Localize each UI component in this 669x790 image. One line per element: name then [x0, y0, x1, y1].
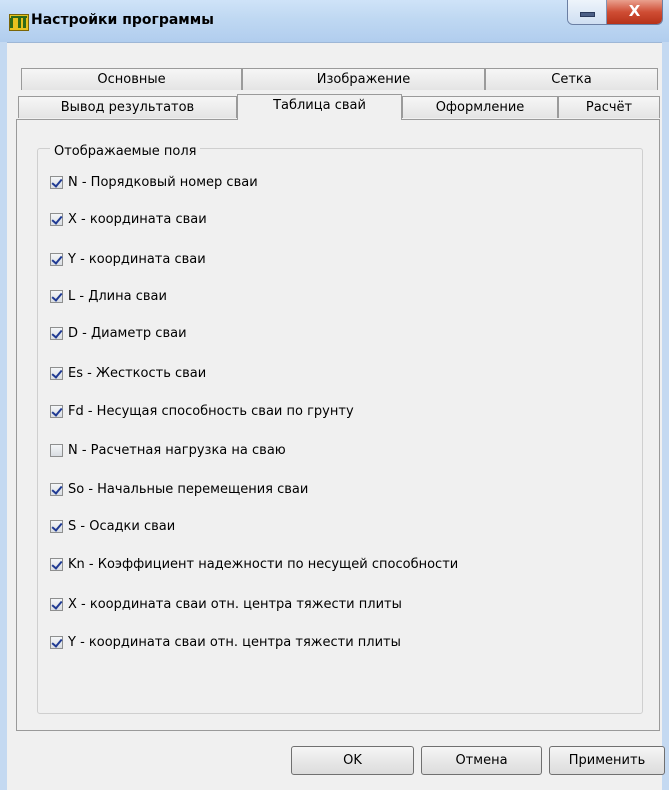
- field-label: Kn - Коэффициент надежности по несущей с…: [68, 556, 459, 572]
- tab-label: Сетка: [551, 72, 592, 87]
- field-checkbox-row[interactable]: S - Осадки сваи: [50, 516, 175, 536]
- tab-label: Вывод результатов: [60, 100, 195, 115]
- apply-button[interactable]: Применить: [549, 746, 665, 775]
- ok-button[interactable]: OK: [291, 746, 414, 775]
- tab-vyvod-rezultatov[interactable]: Вывод результатов: [18, 96, 237, 118]
- field-label: Y - координата сваи: [68, 251, 206, 267]
- field-checkbox-row[interactable]: D - Диаметр сваи: [50, 323, 187, 343]
- tab-izobrazhenie[interactable]: Изображение: [242, 68, 485, 90]
- tab-label: Расчёт: [585, 100, 633, 115]
- tab-tablitsa-svay[interactable]: Таблица свай: [237, 94, 402, 120]
- field-label: So - Начальные перемещения сваи: [68, 481, 309, 497]
- settings-window: Настройки программы X Основные Изображен…: [0, 0, 669, 790]
- field-label: X - координата сваи отн. центра тяжести …: [68, 596, 402, 612]
- field-label: Y - координата сваи отн. центра тяжести …: [68, 634, 401, 650]
- fields-groupbox: [37, 148, 643, 714]
- close-icon: X: [628, 2, 641, 20]
- tab-oformlenie[interactable]: Оформление: [402, 96, 558, 118]
- window-frame-left: [0, 42, 7, 790]
- field-label: D - Диаметр сваи: [68, 325, 187, 341]
- field-label: N - Расчетная нагрузка на сваю: [68, 442, 286, 458]
- tab-label: Изображение: [316, 72, 411, 87]
- window-frame-right: [662, 42, 669, 790]
- tab-setka[interactable]: Сетка: [485, 68, 658, 90]
- app-icon: [9, 14, 29, 31]
- field-checkbox-row[interactable]: Es - Жесткость сваи: [50, 363, 206, 383]
- tab-label: Таблица свай: [273, 98, 366, 113]
- checkbox[interactable]: [50, 557, 63, 571]
- field-checkbox-row[interactable]: X - координата сваи: [50, 209, 207, 229]
- field-checkbox-row[interactable]: Y - координата сваи: [50, 249, 206, 269]
- field-checkbox-row[interactable]: X - координата сваи отн. центра тяжести …: [50, 594, 402, 614]
- close-button[interactable]: X: [607, 0, 662, 24]
- field-label: Es - Жесткость сваи: [68, 365, 207, 381]
- tab-label: Основные: [97, 72, 166, 87]
- checkbox[interactable]: [50, 175, 63, 189]
- field-checkbox-row[interactable]: N - Расчетная нагрузка на сваю: [50, 440, 286, 460]
- checkbox[interactable]: [50, 212, 63, 226]
- checkbox[interactable]: [50, 519, 63, 533]
- checkbox[interactable]: [50, 326, 63, 340]
- field-label: L - Длина сваи: [68, 288, 167, 304]
- groupbox-title: Отображаемые поля: [50, 144, 201, 159]
- field-label: Fd - Несущая способность сваи по грунту: [68, 403, 354, 419]
- field-label: S - Осадки сваи: [68, 518, 176, 534]
- checkbox[interactable]: [50, 482, 63, 496]
- minimize-button[interactable]: [568, 0, 607, 24]
- field-checkbox-row[interactable]: Fd - Несущая способность сваи по грунту: [50, 401, 354, 421]
- checkbox[interactable]: [50, 597, 63, 611]
- tab-label: Оформление: [435, 100, 525, 115]
- window-controls: X: [567, 0, 663, 25]
- tab-raschet[interactable]: Расчёт: [558, 96, 660, 118]
- minimize-icon: [580, 12, 595, 17]
- checkbox[interactable]: [50, 366, 63, 380]
- checkbox[interactable]: [50, 252, 63, 266]
- tab-osnovnye[interactable]: Основные: [21, 68, 242, 90]
- field-checkbox-row[interactable]: N - Порядковый номер сваи: [50, 172, 258, 192]
- field-checkbox-row[interactable]: Kn - Коэффициент надежности по несущей с…: [50, 554, 458, 574]
- field-label: N - Порядковый номер сваи: [68, 174, 258, 190]
- field-checkbox-row[interactable]: So - Начальные перемещения сваи: [50, 479, 308, 499]
- field-checkbox-row[interactable]: Y - координата сваи отн. центра тяжести …: [50, 632, 401, 652]
- field-checkbox-row[interactable]: L - Длина сваи: [50, 286, 167, 306]
- checkbox[interactable]: [50, 443, 63, 457]
- cancel-button[interactable]: Отмена: [421, 746, 542, 775]
- title-bar[interactable]: Настройки программы X: [0, 0, 669, 43]
- checkbox[interactable]: [50, 289, 63, 303]
- checkbox[interactable]: [50, 635, 63, 649]
- window-title: Настройки программы: [31, 12, 214, 28]
- field-label: X - координата сваи: [68, 211, 207, 227]
- checkbox[interactable]: [50, 404, 63, 418]
